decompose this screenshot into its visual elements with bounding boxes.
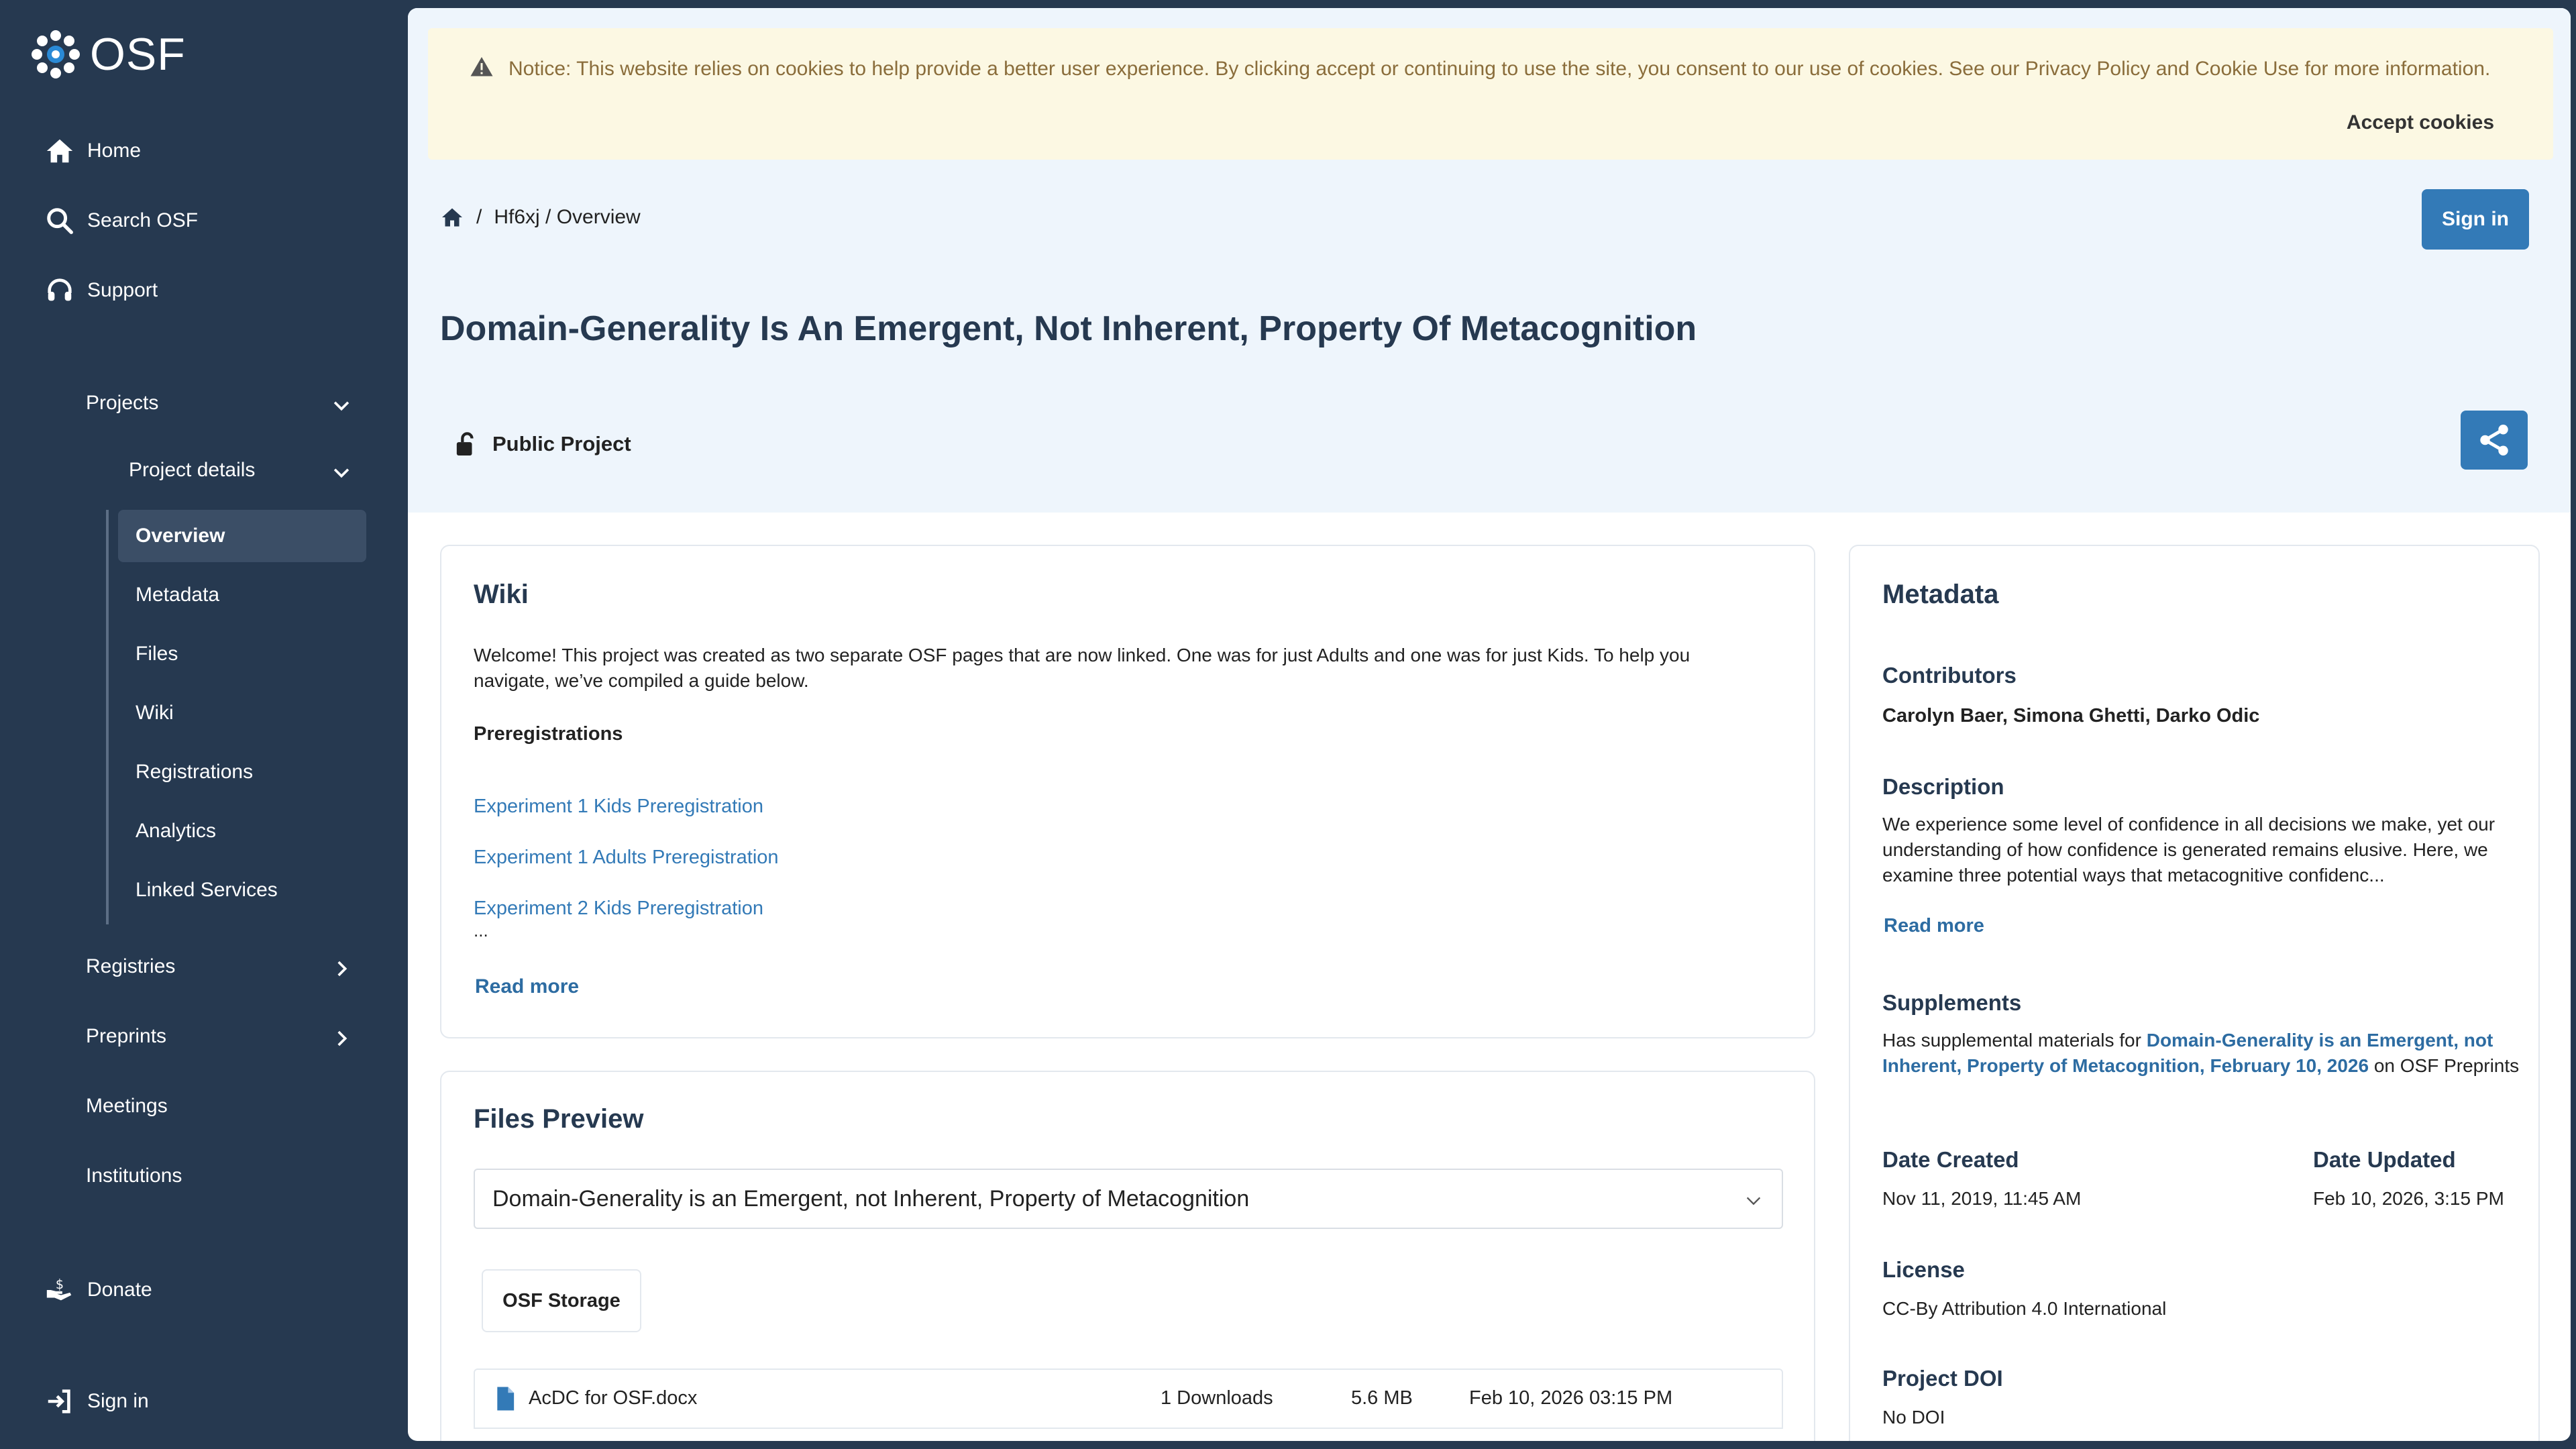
doi-value: No DOI: [1882, 1407, 1945, 1428]
nav-support-label: Support: [87, 279, 158, 301]
supplements-text: Has supplemental materials for Domain-Ge…: [1882, 1028, 2526, 1079]
doi-label: Project DOI: [1882, 1366, 2003, 1391]
wiki-card: Wiki Welcome! This project was created a…: [440, 545, 1815, 1038]
share-button[interactable]: [2461, 411, 2528, 470]
file-size: 5.6 MB: [1351, 1387, 1413, 1409]
nav-donate-label: Donate: [87, 1279, 152, 1301]
wiki-link[interactable]: Experiment 1 Adults Preregistration: [474, 847, 779, 869]
visibility-indicator: Public Project: [455, 431, 631, 458]
breadcrumb-path[interactable]: Hf6xj / Overview: [494, 206, 640, 229]
chevron-right-icon[interactable]: [330, 957, 353, 980]
nav-search[interactable]: Search OSF: [44, 205, 198, 236]
wiki-text: Welcome! This project was created as two…: [474, 645, 1690, 691]
wiki-link[interactable]: Experiment 2 Kids Preregistration: [474, 898, 763, 920]
cookie-banner: Notice: This website relies on cookies t…: [428, 28, 2553, 160]
home-icon: [46, 139, 73, 163]
description-label: Description: [1882, 774, 2004, 799]
warning-icon: [470, 57, 493, 76]
main-content: Notice: This website relies on cookies t…: [408, 8, 2571, 1441]
osf-logo[interactable]: OSF: [31, 28, 186, 80]
metadata-card: Metadata Contributors Carolyn Baer, Simo…: [1849, 545, 2540, 1441]
nav-donate[interactable]: $ Donate: [44, 1275, 152, 1305]
files-preview-card: Files Preview Domain-Generality is an Em…: [440, 1071, 1815, 1441]
nav-preprints[interactable]: Preprints: [86, 1025, 166, 1048]
search-icon: [47, 208, 73, 234]
license-label: License: [1882, 1257, 1965, 1282]
nav-home-label: Home: [87, 140, 142, 162]
headset-icon: [48, 278, 72, 301]
description-text: We experience some level of confidence i…: [1882, 814, 2496, 885]
nav-search-label: Search OSF: [87, 209, 199, 231]
file-row[interactable]: AcDC for OSF.docx 1 Downloads 5.6 MB Feb…: [474, 1368, 1783, 1429]
project-header: Notice: This website relies on cookies t…: [408, 8, 2571, 513]
wiki-section-heading: Preregistrations: [474, 723, 623, 745]
date-created-label: Date Created: [1882, 1147, 2019, 1172]
logo-text: OSF: [90, 29, 186, 80]
file-date: Feb 10, 2026 03:15 PM: [1469, 1387, 1673, 1409]
contributors-label: Contributors: [1882, 663, 2017, 688]
nav-signin[interactable]: Sign in: [44, 1386, 149, 1417]
osf-storage-tab[interactable]: OSF Storage: [482, 1269, 641, 1332]
page-title: Domain-Generality Is An Emergent, Not In…: [440, 309, 1697, 348]
date-updated: Feb 10, 2026, 3:15 PM: [2313, 1188, 2504, 1209]
breadcrumb-separator: /: [476, 206, 482, 228]
description-read-more[interactable]: Read more: [1884, 915, 1984, 937]
chevron-down-icon[interactable]: [330, 394, 353, 417]
date-created: Nov 11, 2019, 11:45 AM: [1882, 1188, 2082, 1209]
wiki-link[interactable]: Experiment 1 Kids Preregistration: [474, 796, 763, 818]
subnav-metadata[interactable]: Metadata: [118, 569, 366, 621]
visibility-label: Public Project: [492, 432, 631, 455]
unlock-icon: [456, 432, 474, 455]
chevron-down-icon: [1746, 1197, 1761, 1205]
nav-registries[interactable]: Registries: [86, 955, 175, 978]
file-name[interactable]: AcDC for OSF.docx: [529, 1387, 697, 1409]
nav-project-details[interactable]: Project details: [129, 459, 255, 482]
cookie-notice: Notice: This website relies on cookies t…: [508, 58, 2491, 80]
subnav-overview[interactable]: Overview: [118, 510, 366, 562]
license-value: CC-By Attribution 4.0 International: [1882, 1298, 2167, 1319]
nav-signin-label: Sign in: [87, 1390, 149, 1412]
subnav-wiki[interactable]: Wiki: [118, 687, 366, 739]
file-downloads: 1 Downloads: [1161, 1387, 1273, 1409]
subnav-registrations[interactable]: Registrations: [118, 746, 366, 798]
breadcrumb: / Hf6xj / Overview: [440, 205, 641, 229]
project-select[interactable]: Domain-Generality is an Emergent, not In…: [474, 1169, 1783, 1229]
nav-projects[interactable]: Projects: [86, 392, 158, 415]
project-select-value: Domain-Generality is an Emergent, not In…: [492, 1185, 1250, 1212]
sign-in-button[interactable]: Sign in: [2422, 189, 2529, 250]
chevron-right-icon[interactable]: [330, 1027, 353, 1050]
sign-in-icon: [48, 1389, 70, 1413]
subnav-linked-services[interactable]: Linked Services: [118, 864, 366, 916]
subnav-files[interactable]: Files: [118, 628, 366, 680]
subnav-divider: [106, 510, 109, 924]
nav-home[interactable]: Home: [44, 136, 141, 166]
file-icon: [497, 1387, 515, 1411]
share-icon: [2480, 425, 2508, 455]
wiki-ellipsis: ...: [474, 920, 488, 941]
osf-logo-icon: [32, 30, 80, 78]
nav-support[interactable]: Support: [44, 275, 158, 306]
files-heading: Files Preview: [474, 1104, 644, 1134]
nav-meetings[interactable]: Meetings: [86, 1095, 168, 1118]
supplements-label: Supplements: [1882, 990, 2022, 1015]
svg-text:$: $: [56, 1277, 64, 1292]
nav-institutions[interactable]: Institutions: [86, 1165, 182, 1187]
sidebar: OSF Home Search OSF Support Projects Pro…: [0, 0, 408, 1449]
metadata-heading: Metadata: [1882, 580, 1999, 609]
wiki-read-more[interactable]: Read more: [475, 975, 579, 998]
accept-cookies-button[interactable]: Accept cookies: [2347, 111, 2494, 134]
chevron-down-icon[interactable]: [330, 461, 353, 484]
subnav-analytics[interactable]: Analytics: [118, 805, 366, 857]
supplements-prefix: Has supplemental materials for: [1882, 1030, 2147, 1051]
donate-icon: $: [46, 1277, 72, 1301]
date-updated-label: Date Updated: [2313, 1147, 2456, 1172]
contributors-list[interactable]: Carolyn Baer, Simona Ghetti, Darko Odic: [1882, 703, 2259, 729]
supplements-suffix: on OSF Preprints: [2369, 1055, 2520, 1076]
wiki-heading: Wiki: [474, 580, 529, 609]
home-icon[interactable]: [440, 205, 464, 229]
